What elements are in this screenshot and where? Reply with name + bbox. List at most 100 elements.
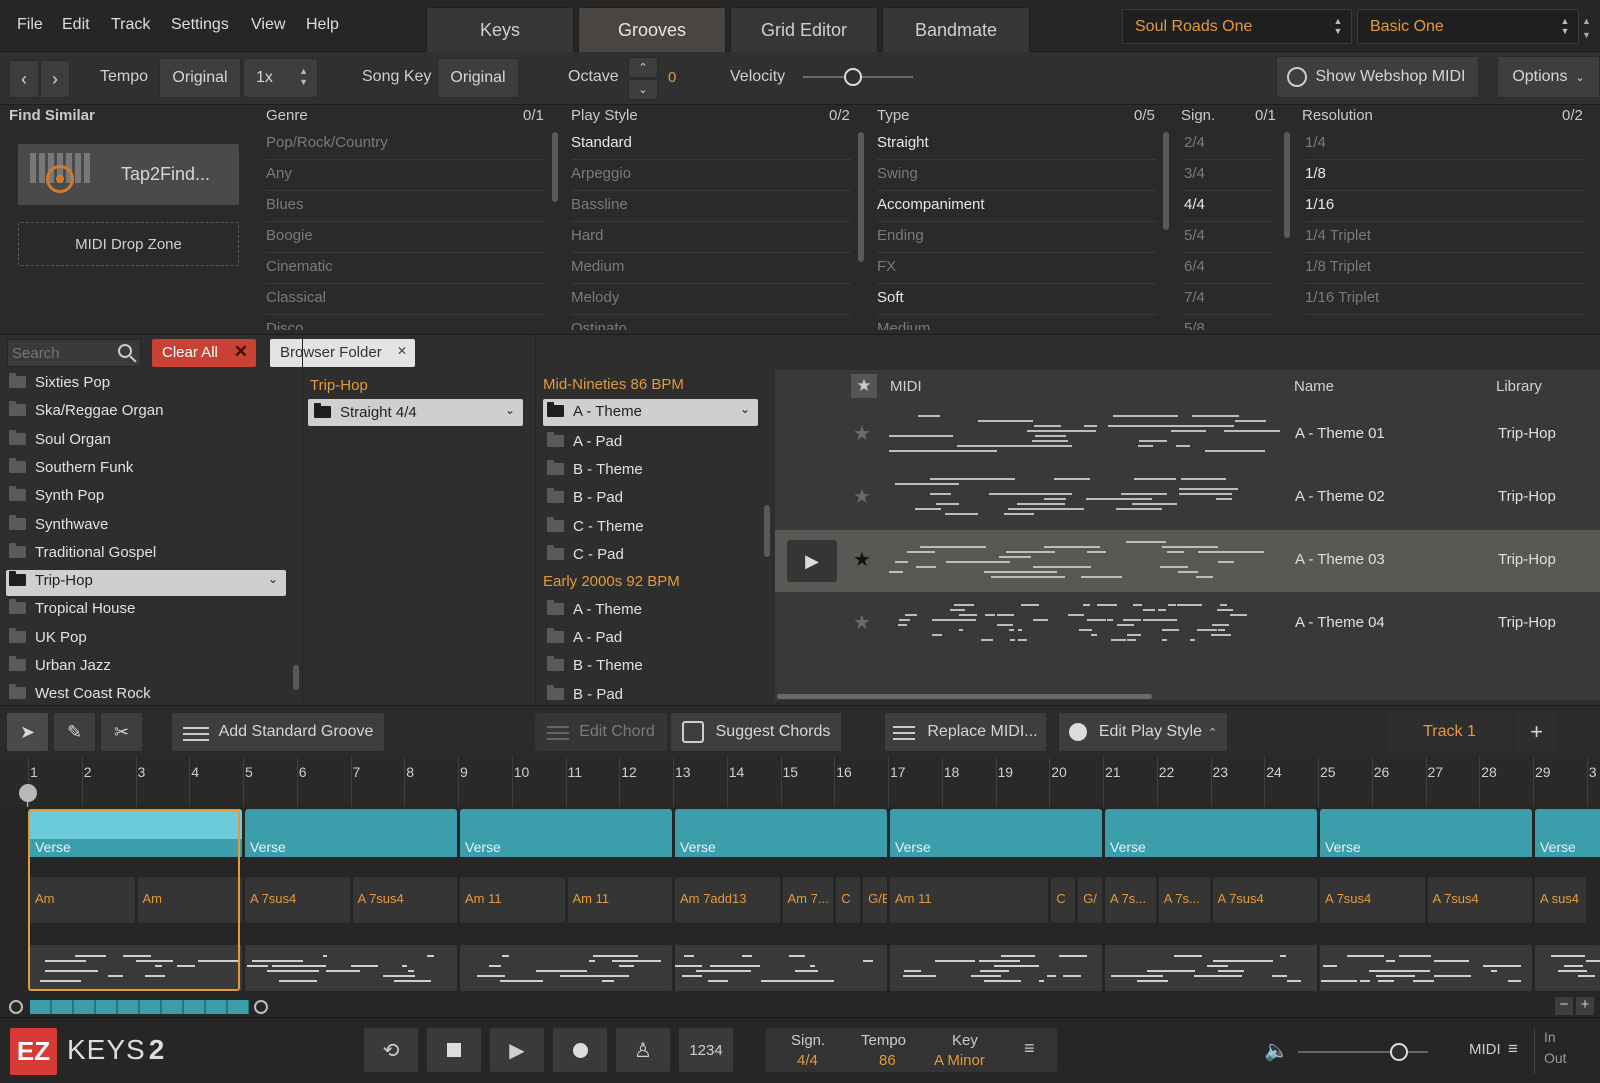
section-block[interactable]: Verse <box>1105 809 1317 857</box>
playstyle-filter-item[interactable]: Ostinato <box>571 320 627 330</box>
sign-filter-item[interactable]: 5/4 <box>1184 227 1205 247</box>
sign-filter-item[interactable]: 7/4 <box>1184 289 1205 309</box>
section-block[interactable]: Verse <box>460 809 672 857</box>
groove-part-item[interactable]: C - Pad <box>543 544 624 563</box>
genre-filter-item[interactable]: Cinematic <box>266 258 333 278</box>
chord-cell[interactable]: A sus4 <box>1535 877 1586 923</box>
menu-track[interactable]: Track <box>111 16 150 34</box>
zoom-in-icon[interactable]: + <box>1576 997 1594 1015</box>
favorite-star-icon[interactable]: ★ <box>853 547 871 572</box>
resolution-filter-item[interactable]: 1/16 Triplet <box>1305 289 1379 309</box>
scissors-icon[interactable]: ✂ <box>100 712 143 752</box>
library-folder-item[interactable]: Trip-Hop ⌄ <box>6 570 286 597</box>
favorite-star-icon[interactable]: ★ <box>853 610 871 635</box>
clear-all-button[interactable]: Clear All ✕ <box>152 339 256 367</box>
chord-cell[interactable]: C <box>836 877 861 923</box>
section-block[interactable]: Verse <box>890 809 1102 857</box>
type-filter-item[interactable]: Soft <box>877 289 904 309</box>
select-pointer-icon[interactable]: ➤ <box>6 712 49 752</box>
sign-filter-item[interactable]: 2/4 <box>1184 134 1205 154</box>
library-folder-item[interactable]: Synthwave <box>9 514 289 540</box>
search-input[interactable] <box>12 343 112 363</box>
chord-cell[interactable]: Am 11 <box>890 877 1049 923</box>
octave-up-icon[interactable]: ⌃ <box>628 57 658 78</box>
track-name[interactable]: Track 1 <box>1387 712 1512 752</box>
genre-scrollbar[interactable] <box>552 132 558 202</box>
playstyle-filter-item[interactable]: Hard <box>571 227 604 247</box>
resolution-filter-item[interactable]: 1/4 <box>1305 134 1326 154</box>
play-preview-icon[interactable]: ▶ <box>787 540 837 582</box>
resolution-filter-item[interactable]: 1/16 <box>1305 196 1334 216</box>
tab-grid-editor[interactable]: Grid Editor <box>730 7 878 52</box>
section-block[interactable]: Verse <box>1320 809 1532 857</box>
resolution-filter-item[interactable]: 1/4 Triplet <box>1305 227 1371 247</box>
groove-part-item[interactable]: B - Theme <box>543 460 643 478</box>
metronome-icon[interactable]: ♙ <box>615 1027 671 1073</box>
playstyle-filter-item[interactable]: Standard <box>571 134 632 154</box>
library-folder-item[interactable]: Tropical House <box>9 598 289 624</box>
menu-lines-icon[interactable]: ≡ <box>1024 1038 1035 1059</box>
playstyle-filter-item[interactable]: Melody <box>571 289 619 309</box>
groove-part-item[interactable]: C - Theme <box>543 516 644 535</box>
favorites-star-icon[interactable]: ★ <box>851 374 877 398</box>
chord-cell[interactable]: Am 7... <box>782 877 834 923</box>
sign-filter-item[interactable]: 5/8 <box>1184 320 1205 330</box>
groove-cell[interactable] <box>460 945 672 991</box>
midi-menu-icon[interactable]: ≡ <box>1508 1039 1518 1059</box>
back-arrow-icon[interactable]: ‹ <box>9 60 39 98</box>
chord-cell[interactable]: Am 11 <box>460 877 565 923</box>
sign-filter-item[interactable]: 4/4 <box>1184 196 1205 216</box>
record-icon[interactable] <box>552 1027 608 1073</box>
play-style-scrollbar[interactable] <box>858 132 864 262</box>
octave-down-icon[interactable]: ⌄ <box>628 79 658 100</box>
groove-part-item[interactable]: B - Pad <box>543 488 623 506</box>
style-preset-select[interactable]: Basic One ▲ ▼ <box>1357 9 1579 44</box>
library-folder-item[interactable]: Southern Funk <box>9 457 289 483</box>
song-info-panel[interactable]: Sign. 4/4 Tempo 86 Key A Minor ≡ <box>765 1027 1058 1073</box>
library-folder-item[interactable]: Ska/Reggae Organ <box>9 400 289 426</box>
volume-slider-track[interactable] <box>1298 1051 1428 1053</box>
midi-row[interactable]: ★ A - Theme 02 Trip-Hop <box>775 467 1600 529</box>
pencil-icon[interactable]: ✎ <box>53 712 96 752</box>
midi-label[interactable]: MIDI <box>1469 1041 1501 1058</box>
show-webshop-midi-button[interactable]: Show Webshop MIDI <box>1276 56 1479 98</box>
browser-folder-chip[interactable]: Browser Folder ✕ <box>270 339 415 367</box>
instrument-preset-select[interactable]: Soul Roads One ▲ ▼ <box>1122 9 1352 44</box>
menu-help[interactable]: Help <box>306 16 339 34</box>
library-folder-item[interactable]: UK Pop <box>9 627 289 653</box>
menu-view[interactable]: View <box>251 16 285 34</box>
groove-part-item[interactable]: B - Pad <box>543 684 623 703</box>
groove-cell[interactable] <box>1105 945 1317 991</box>
add-standard-groove-button[interactable]: Add Standard Groove <box>171 712 385 752</box>
tab-grooves[interactable]: Grooves <box>578 7 726 52</box>
midi-row[interactable]: ▶ ★ A - Theme 03 Trip-Hop <box>775 530 1600 592</box>
section-block[interactable]: Verse <box>245 809 457 857</box>
overview-left-handle[interactable] <box>9 1000 23 1014</box>
sign-scrollbar[interactable] <box>1284 132 1290 238</box>
library-folder-item[interactable]: Soul Organ <box>9 429 289 455</box>
count-in-button[interactable]: 1234 <box>678 1027 734 1073</box>
play-icon[interactable]: ▶ <box>489 1027 545 1073</box>
midi-row[interactable]: ★ A - Theme 01 Trip-Hop <box>775 404 1600 466</box>
chord-cell[interactable]: Am 7add13 <box>675 877 780 923</box>
type-filter-item[interactable]: Accompaniment <box>877 196 985 216</box>
type-filter-item[interactable]: Ending <box>877 227 924 247</box>
groove-cell[interactable] <box>1535 945 1600 991</box>
type-filter-item[interactable]: FX <box>877 258 896 278</box>
library-folder-item[interactable]: Traditional Gospel <box>9 542 289 568</box>
genre-filter-item[interactable]: Any <box>266 165 292 185</box>
forward-arrow-icon[interactable]: › <box>40 60 70 98</box>
options-button[interactable]: Options ⌄ <box>1497 56 1600 98</box>
timeline-ruler[interactable]: 1 2 3 4 5 6 7 8 9 10 11 12 13 14 15 16 17 18 19 20 21 22 23 24 2… <box>0 757 1600 807</box>
search-field[interactable] <box>7 339 141 367</box>
midi-drop-zone[interactable]: MIDI Drop Zone <box>18 222 239 266</box>
edit-play-style-button[interactable]: Edit Play Style ⌃ <box>1058 712 1228 752</box>
chord-cell[interactable]: A 7s... <box>1105 877 1156 923</box>
chord-cell[interactable]: A 7sus4 <box>1320 877 1425 923</box>
library-folder-item[interactable]: Urban Jazz <box>9 655 289 681</box>
tab-keys[interactable]: Keys <box>426 7 574 52</box>
tempo-original-button[interactable]: Original <box>159 58 241 98</box>
genre-filter-item[interactable]: Boogie <box>266 227 313 247</box>
suggest-chords-button[interactable]: Suggest Chords <box>670 712 842 752</box>
chord-cell[interactable]: Am <box>30 877 135 923</box>
